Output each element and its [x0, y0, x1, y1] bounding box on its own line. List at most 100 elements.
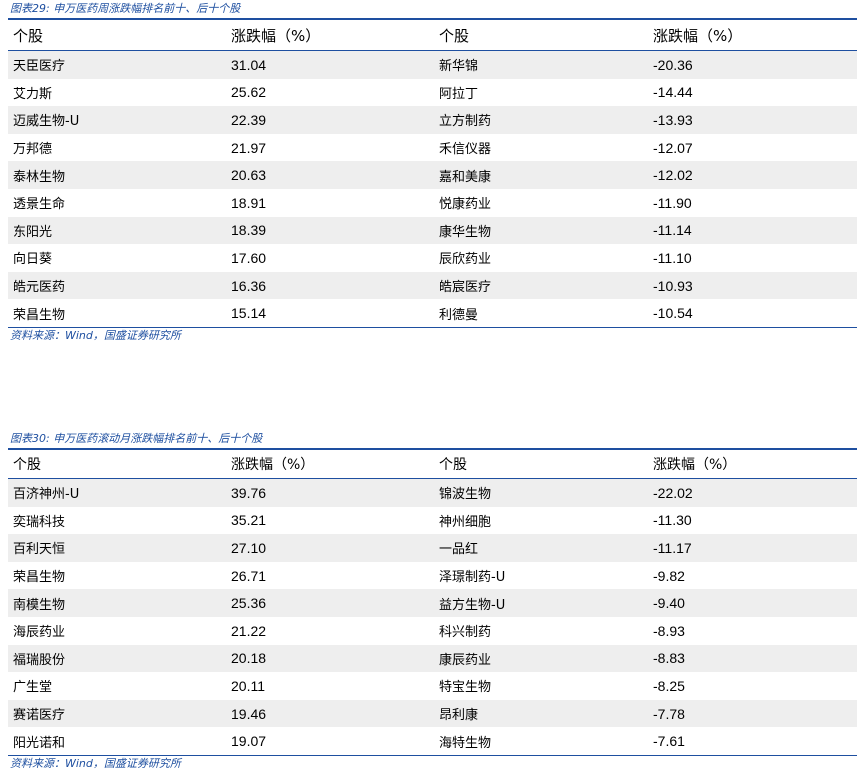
top-stock-name: 赛诺医疗: [8, 699, 226, 728]
top-stock-name: 向日葵: [13, 252, 53, 268]
table-row: 海辰药业 21.22 科兴制药 -8.93: [8, 617, 857, 645]
header-change-bottom: 涨跌幅（%）: [653, 26, 743, 45]
bottom-stock-change: -22.02: [648, 478, 857, 507]
top-stock-name: 福瑞股份: [8, 644, 226, 673]
bottom-stock-change: -10.54: [653, 305, 693, 322]
bottom-stock-change: -8.25: [653, 677, 685, 694]
table-row: 东阳光 18.39 康华生物 -11.14: [8, 216, 857, 245]
table-row: 赛诺医疗 19.46 昂利康 -7.78: [8, 699, 857, 728]
bottom-stock-change: -11.90: [653, 194, 692, 211]
table-row: 百利天恒 27.10 一品红 -11.17: [8, 534, 857, 562]
monthly-ranking-section: 图表30: 申万医药滚动月涨跌幅排名前十、后十个股 个股 涨跌幅（%） 个股 涨…: [8, 430, 857, 772]
table-row: 透景生命 18.91 悦康药业 -11.90: [8, 189, 857, 217]
bottom-stock-change: -12.02: [648, 161, 857, 189]
header-stock-top: 个股: [13, 457, 41, 473]
top-stock-change: 26.71: [231, 567, 267, 584]
header-stock-top: 个股: [13, 26, 44, 45]
bottom-stock-name: 立方制药: [434, 106, 648, 134]
top-stock-change: 18.39: [226, 216, 434, 245]
top-stock-change: 20.18: [226, 644, 434, 673]
bottom-stock-name: 泽璟制药-U: [439, 570, 506, 586]
bottom-stock-name: 康华生物: [434, 216, 648, 245]
top-stock-name: 荣昌生物: [13, 570, 66, 586]
top-stock-name: 南模生物: [8, 589, 226, 617]
table-row: 泰林生物 20.63 嘉和美康 -12.02: [8, 161, 857, 189]
bottom-stock-name: 康辰药业: [434, 644, 648, 673]
top-stock-change: 19.46: [226, 699, 434, 728]
bottom-stock-name: 特宝生物: [439, 680, 492, 696]
bottom-stock-change: -9.40: [648, 589, 857, 617]
weekly-ranking-section: 图表29: 申万医药周涨跌幅排名前十、后十个股 个股 涨跌幅（%） 个股 涨跌幅…: [8, 0, 857, 344]
table-row: 皓元医药 16.36 皓宸医疗 -10.93: [8, 271, 857, 300]
top-stock-name: 荣昌生物: [13, 307, 66, 323]
figure-title: 图表30: 申万医药滚动月涨跌幅排名前十、后十个股: [10, 432, 263, 445]
table-row: 万邦德 21.97 禾信仪器 -12.07: [8, 134, 857, 162]
top-stock-change: 21.22: [231, 622, 267, 639]
top-stock-change: 39.76: [226, 478, 434, 507]
header-change-bottom: 涨跌幅（%）: [653, 457, 737, 473]
bottom-stock-change: -12.07: [653, 139, 693, 156]
top-stock-name: 万邦德: [13, 142, 53, 158]
table-row: 荣昌生物 26.71 泽璟制药-U -9.82: [8, 562, 857, 590]
bottom-stock-change: -10.93: [648, 271, 857, 300]
top-stock-change: 15.14: [231, 305, 267, 322]
bottom-stock-name: 神州细胞: [439, 514, 492, 530]
top-stock-name: 东阳光: [8, 216, 226, 245]
table-row: 奕瑞科技 35.21 神州细胞 -11.30: [8, 507, 857, 535]
bottom-stock-name: 科兴制药: [439, 625, 492, 641]
top-stock-change: 20.63: [226, 161, 434, 189]
table-row: 艾力斯 25.62 阿拉丁 -14.44: [8, 79, 857, 107]
bottom-stock-name: 皓宸医疗: [434, 271, 648, 300]
bottom-stock-name: 利德曼: [439, 307, 479, 323]
top-stock-name: 广生堂: [13, 680, 53, 696]
top-stock-change: 20.11: [231, 677, 265, 694]
top-stock-name: 艾力斯: [13, 86, 53, 102]
bottom-stock-name: 昂利康: [434, 699, 648, 728]
bottom-stock-name: 阿拉丁: [439, 86, 479, 102]
monthly-ranking-table: 个股 涨跌幅（%） 个股 涨跌幅（%） 百济神州-U 39.76 锦波生物 -2…: [8, 450, 857, 756]
bottom-stock-change: -11.30: [653, 512, 692, 529]
table-row: 向日葵 17.60 辰欣药业 -11.10: [8, 244, 857, 272]
top-stock-change: 22.39: [226, 106, 434, 134]
top-stock-name: 皓元医药: [8, 271, 226, 300]
figure-title: 图表29: 申万医药周涨跌幅排名前十、后十个股: [10, 2, 241, 15]
table-row: 广生堂 20.11 特宝生物 -8.25: [8, 672, 857, 700]
bottom-stock-name: 辰欣药业: [439, 252, 492, 268]
top-stock-name: 阳光诺和: [13, 735, 66, 751]
top-stock-change: 21.97: [231, 139, 267, 156]
header-stock-bottom: 个股: [439, 457, 467, 473]
header-change-top: 涨跌幅（%）: [231, 457, 315, 473]
bottom-stock-name: 益方生物-U: [434, 589, 648, 617]
bottom-stock-change: -20.36: [648, 50, 857, 79]
top-stock-name: 百济神州-U: [8, 478, 226, 507]
table-row: 福瑞股份 20.18 康辰药业 -8.83: [8, 644, 857, 673]
header-change-top: 涨跌幅（%）: [231, 26, 321, 45]
top-stock-change: 35.21: [231, 512, 267, 529]
table-row: 阳光诺和 19.07 海特生物 -7.61: [8, 727, 857, 756]
top-stock-change: 27.10: [226, 534, 434, 562]
header-stock-bottom: 个股: [439, 26, 470, 45]
bottom-stock-name: 海特生物: [439, 735, 492, 751]
bottom-stock-change: -11.17: [648, 534, 857, 562]
top-stock-name: 透景生命: [13, 197, 66, 213]
bottom-stock-change: -8.93: [653, 622, 685, 639]
top-stock-change: 25.62: [231, 84, 267, 101]
top-stock-name: 天臣医疗: [8, 50, 226, 79]
bottom-stock-change: -7.61: [653, 733, 685, 750]
table-row: 迈威生物-U 22.39 立方制药 -13.93: [8, 106, 857, 134]
top-stock-name: 海辰药业: [13, 625, 66, 641]
table-header-row: 个股 涨跌幅（%） 个股 涨跌幅（%）: [8, 450, 857, 479]
source-note: 资料来源：Wind，国盛证券研究所: [10, 756, 181, 770]
top-stock-name: 百利天恒: [8, 534, 226, 562]
source-note: 资料来源：Wind，国盛证券研究所: [10, 328, 181, 342]
table-row: 天臣医疗 31.04 新华锦 -20.36: [8, 50, 857, 79]
bottom-stock-change: -9.82: [653, 567, 685, 584]
bottom-stock-name: 嘉和美康: [434, 161, 648, 189]
top-stock-change: 18.91: [231, 194, 267, 211]
bottom-stock-change: -13.93: [648, 106, 857, 134]
bottom-stock-change: -11.14: [648, 216, 857, 245]
weekly-ranking-table: 个股 涨跌幅（%） 个股 涨跌幅（%） 天臣医疗 31.04 新华锦 -20.3…: [8, 20, 857, 328]
bottom-stock-change: -14.44: [653, 84, 693, 101]
table-row: 南模生物 25.36 益方生物-U -9.40: [8, 589, 857, 617]
table-header-row: 个股 涨跌幅（%） 个股 涨跌幅（%）: [8, 20, 857, 51]
